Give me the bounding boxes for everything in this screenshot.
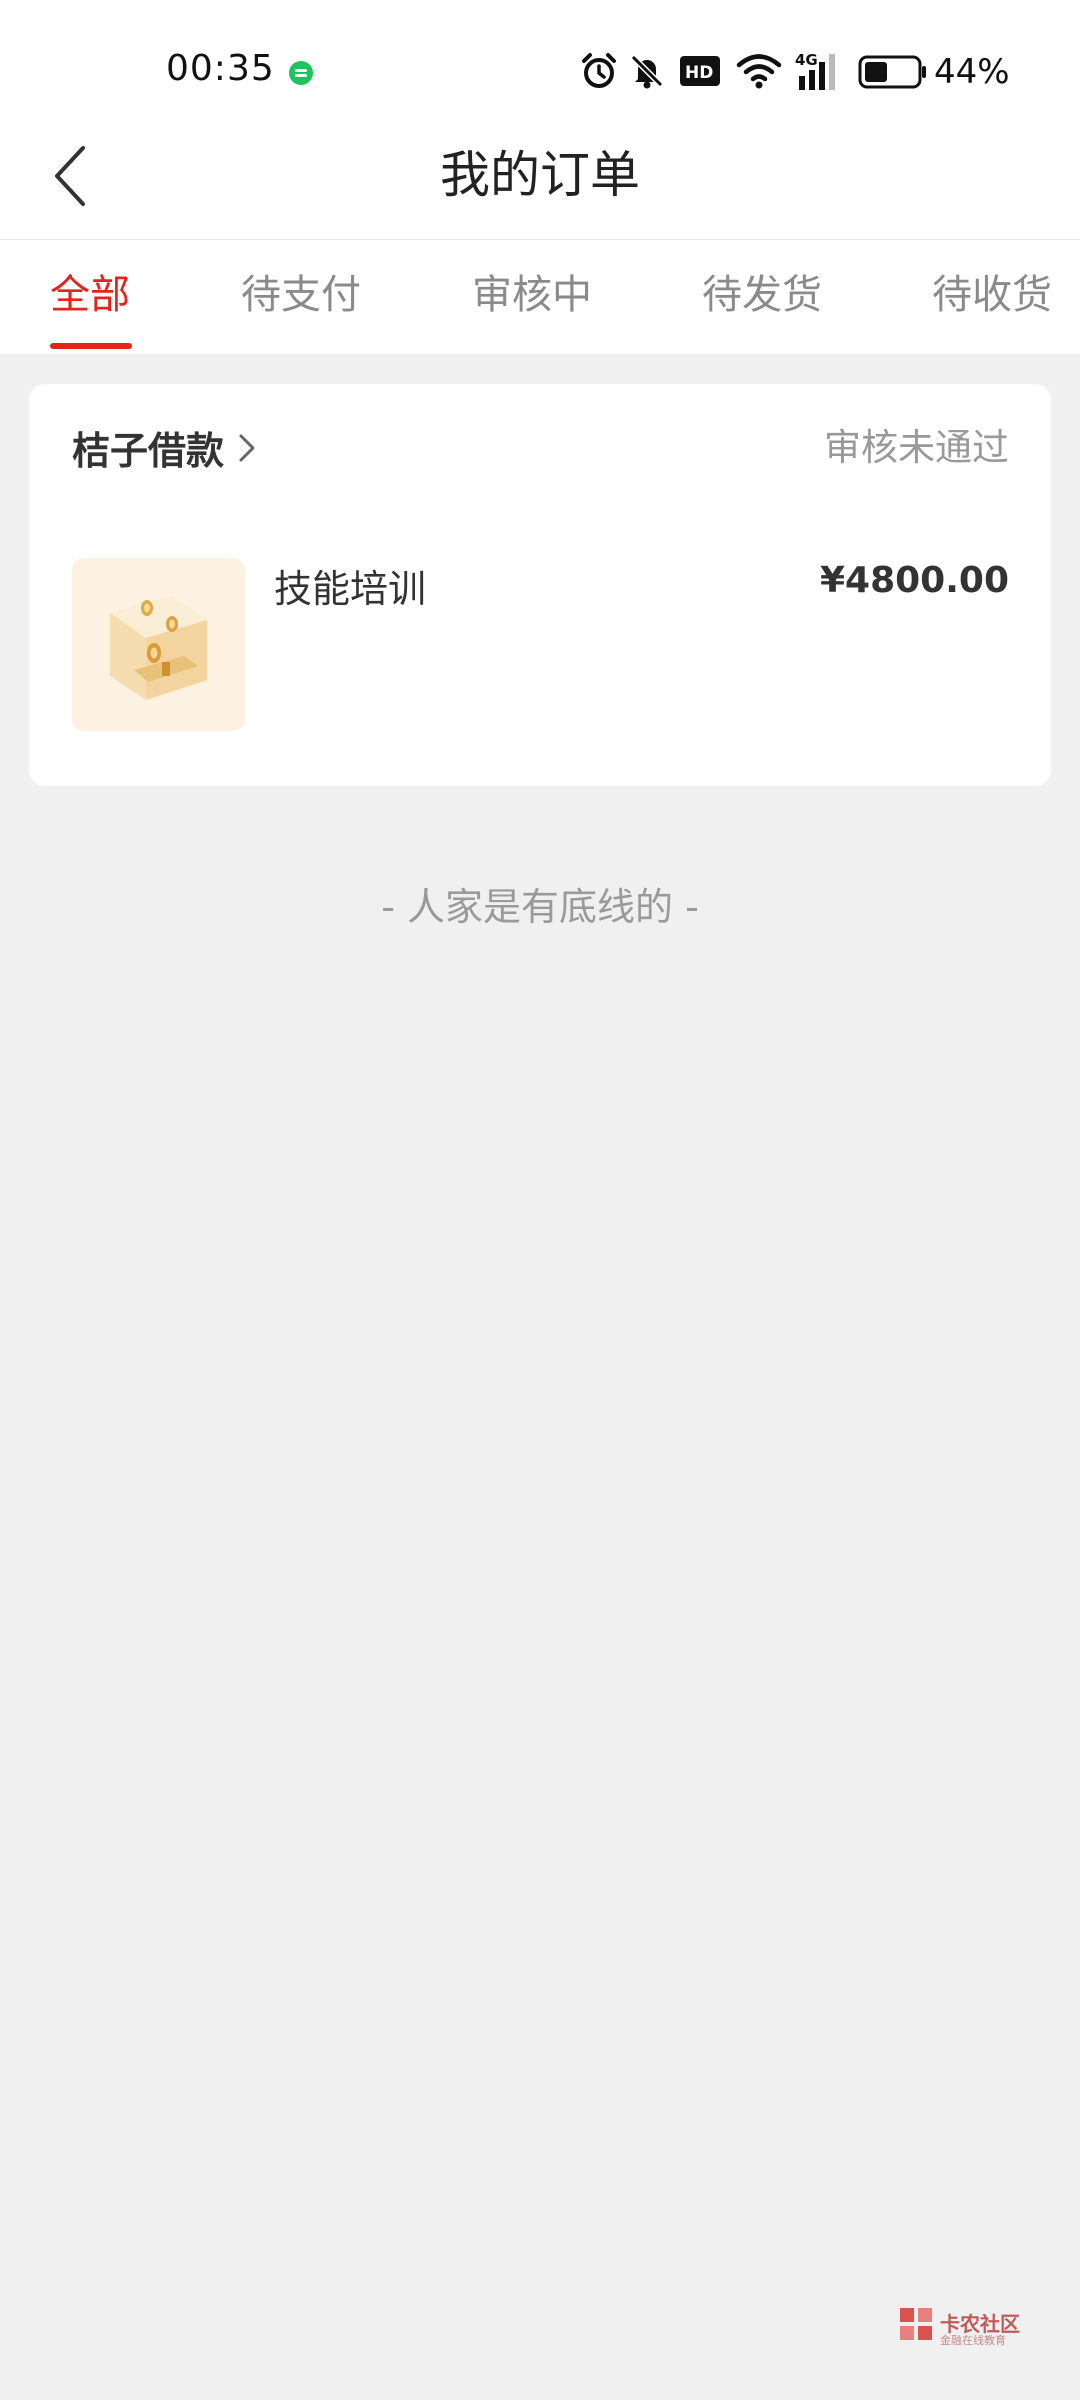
status-bar: 00:35 HD 4G 44%	[0, 0, 1080, 140]
merchant-name: 桔子借款	[72, 429, 225, 473]
watermark-subtext: 金融在线教育	[940, 2334, 1006, 2347]
svg-text:HD: HD	[685, 63, 713, 83]
gold-coins-box-icon	[110, 596, 207, 700]
app-header: 我的订单	[0, 140, 1080, 240]
merchant-link[interactable]: 桔子借款	[72, 420, 256, 475]
svg-text:4G: 4G	[795, 51, 818, 69]
tab-pending-shipment[interactable]: 待发货	[702, 262, 822, 320]
product-price: ¥4800.00	[819, 560, 1009, 601]
battery-icon	[858, 55, 926, 89]
status-time: 00:35	[166, 48, 275, 89]
order-card[interactable]: 桔子借款 审核未通过 技能培训 ¥4800.00	[29, 384, 1051, 786]
mute-bell-icon	[630, 54, 664, 89]
product-name: 技能培训	[274, 567, 427, 611]
order-tabs: 全部 待支付 审核中 待发货 待收货	[0, 240, 1080, 354]
tab-all[interactable]: 全部	[50, 262, 130, 320]
battery-percent: 44%	[934, 52, 1010, 92]
product-thumbnail[interactable]	[72, 558, 245, 731]
tab-under-review[interactable]: 审核中	[472, 262, 592, 320]
hd-icon: HD	[680, 56, 720, 86]
kanong-logo-icon	[900, 2308, 932, 2340]
tab-pending-receipt[interactable]: 待收货	[932, 262, 1052, 320]
chevron-right-icon	[239, 434, 255, 461]
wechat-notification-icon	[289, 61, 313, 85]
tab-pending-payment[interactable]: 待支付	[241, 262, 361, 320]
page-title: 我的订单	[440, 146, 640, 204]
alarm-icon	[582, 53, 616, 88]
order-status: 审核未通过	[824, 426, 1009, 469]
end-of-list-text: - 人家是有底线的 -	[381, 885, 699, 929]
wifi-icon	[736, 54, 782, 89]
active-tab-indicator	[50, 343, 132, 349]
4g-signal-icon: 4G	[795, 51, 835, 90]
